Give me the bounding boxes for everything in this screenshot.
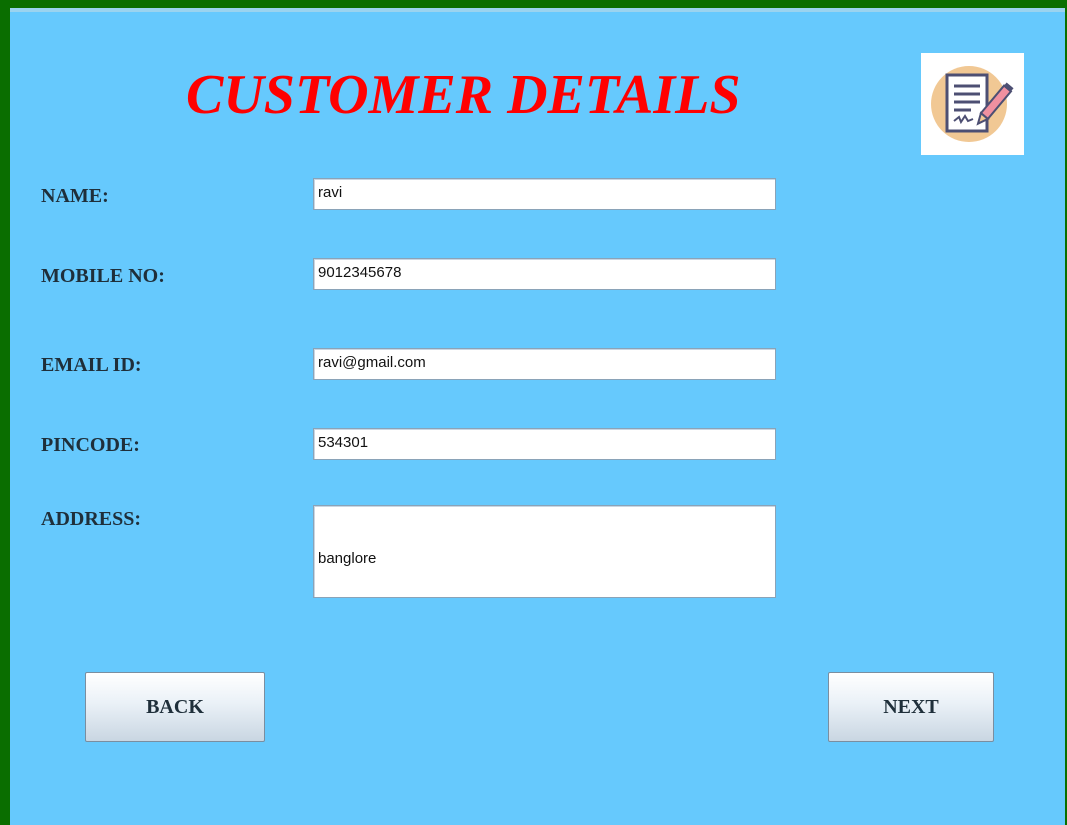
back-button-label: BACK <box>146 695 204 718</box>
pincode-field[interactable]: 534301 <box>313 428 776 460</box>
mobile-label: MOBILE NO: <box>41 265 165 287</box>
next-button-label: NEXT <box>883 695 939 718</box>
email-field[interactable]: ravi@gmail.com <box>313 348 776 380</box>
address-label: ADDRESS: <box>41 508 142 530</box>
address-field[interactable]: banglore <box>313 505 776 598</box>
next-button[interactable]: NEXT <box>828 672 994 742</box>
back-button[interactable]: BACK <box>85 672 265 742</box>
name-label: NAME: <box>41 185 109 207</box>
document-signature-icon <box>921 53 1024 155</box>
page-title: CUSTOMER DETAILS <box>186 64 741 126</box>
email-label: EMAIL ID: <box>41 354 142 376</box>
mobile-field[interactable]: 9012345678 <box>313 258 776 290</box>
name-field[interactable]: ravi <box>313 178 776 210</box>
pincode-label: PINCODE: <box>41 434 140 456</box>
top-strip <box>10 8 1065 12</box>
